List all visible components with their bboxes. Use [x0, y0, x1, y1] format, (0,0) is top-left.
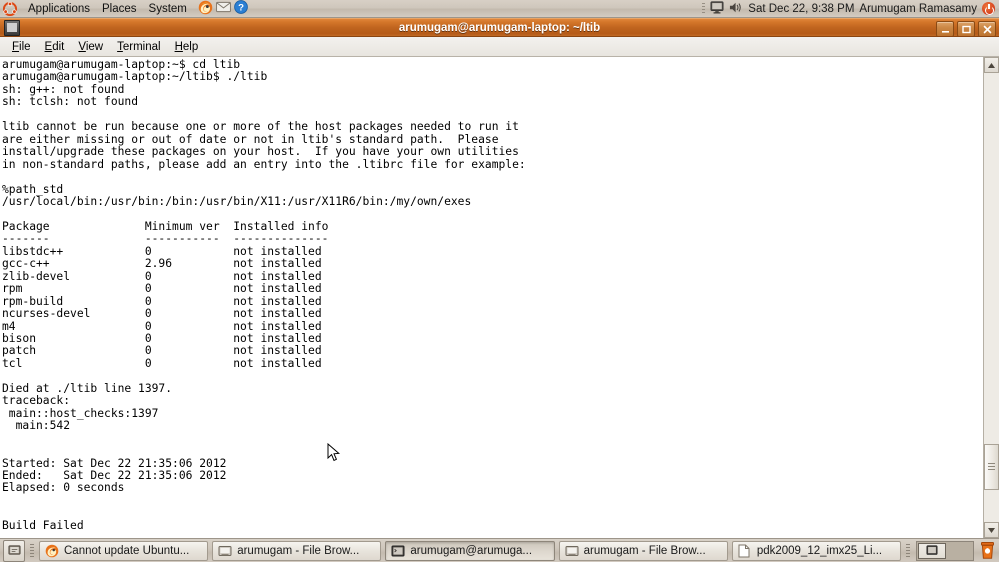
task-button-file-browser-1[interactable]: arumugam - File Brow...: [212, 540, 382, 561]
firefox-icon[interactable]: [198, 0, 213, 18]
top-panel: Applications Places System ? Sat Dec 22,…: [0, 0, 999, 18]
window-task-list: Cannot update Ubuntu... arumugam - File …: [39, 540, 901, 561]
panel-grip-icon[interactable]: [702, 3, 706, 14]
menu-edit[interactable]: Edit: [38, 39, 72, 55]
panel-grip-icon[interactable]: [30, 543, 34, 558]
trash-icon[interactable]: [978, 541, 996, 561]
menu-terminal-rest: erminal: [122, 40, 161, 53]
svg-text:?: ?: [238, 3, 244, 14]
clock[interactable]: Sat Dec 22, 9:38 PM: [748, 3, 854, 15]
menu-view-accel: V: [78, 40, 86, 53]
scroll-up-arrow-icon[interactable]: [984, 57, 999, 73]
menu-places[interactable]: Places: [96, 1, 143, 17]
menu-view-rest: iew: [85, 40, 104, 53]
bottom-panel: Cannot update Ubuntu... arumugam - File …: [0, 538, 999, 562]
menu-view[interactable]: View: [71, 39, 110, 55]
close-icon[interactable]: [978, 21, 996, 36]
display-icon[interactable]: [710, 0, 724, 17]
task-label: pdk2009_12_imx25_Li...: [756, 544, 883, 557]
document-icon: [738, 544, 752, 558]
menu-file[interactable]: File: [5, 39, 38, 55]
scroll-thumb-grip: [988, 462, 995, 472]
window-buttons: [936, 21, 996, 36]
terminal-icon: [391, 544, 405, 558]
task-label: Cannot update Ubuntu...: [64, 544, 190, 557]
task-button-document[interactable]: pdk2009_12_imx25_Li...: [731, 540, 901, 561]
menu-help[interactable]: Help: [168, 39, 206, 55]
panel-tray: Sat Dec 22, 9:38 PM Arumugam Ramasamy: [702, 0, 999, 17]
menu-applications[interactable]: Applications: [22, 1, 96, 17]
panel-grip-icon[interactable]: [906, 543, 910, 558]
minimize-icon[interactable]: [936, 21, 954, 36]
task-label: arumugam - File Brow...: [583, 544, 706, 557]
scrollbar-track[interactable]: [984, 73, 999, 522]
task-button-terminal[interactable]: arumugam@arumuga...: [385, 540, 555, 561]
volume-icon[interactable]: [729, 1, 743, 17]
menu-terminal[interactable]: Terminal: [110, 39, 167, 55]
show-desktop-icon[interactable]: [3, 539, 25, 562]
menu-file-rest: ile: [19, 40, 31, 53]
terminal-window: arumugam@arumugam-laptop: ~/ltib File Ed…: [0, 18, 999, 538]
task-button-firefox[interactable]: Cannot update Ubuntu...: [39, 540, 209, 561]
terminal-window-icon: [4, 19, 20, 36]
terminal-scrollbar[interactable]: [983, 57, 999, 538]
ubuntu-logo-icon[interactable]: [3, 1, 17, 16]
desktop-screen: Applications Places System ? Sat Dec 22,…: [0, 0, 999, 562]
menu-help-rest: elp: [182, 40, 199, 53]
task-label: arumugam - File Brow...: [237, 544, 360, 557]
terminal-output-pane[interactable]: arumugam@arumugam-laptop:~$ cd ltib arum…: [0, 57, 983, 538]
terminal-output-text: arumugam@arumugam-laptop:~$ cd ltib arum…: [2, 58, 526, 532]
workspace-2[interactable]: [946, 542, 972, 559]
scrollbar-thumb[interactable]: [984, 444, 999, 490]
menu-system[interactable]: System: [143, 1, 193, 17]
maximize-icon[interactable]: [957, 21, 975, 36]
terminal-area: arumugam@arumugam-laptop:~$ cd ltib arum…: [0, 57, 999, 538]
task-label: arumugam@arumuga...: [410, 544, 533, 557]
file-browser-icon: [218, 544, 232, 558]
file-browser-icon: [565, 544, 579, 558]
window-title: arumugam@arumugam-laptop: ~/ltib: [398, 21, 601, 34]
workspace-switcher[interactable]: [916, 540, 974, 561]
panel-menu-bar: Applications Places System: [18, 1, 193, 17]
scroll-down-arrow-icon[interactable]: [984, 522, 999, 538]
help-icon[interactable]: ?: [234, 0, 248, 17]
power-shutdown-icon[interactable]: [982, 2, 995, 15]
menu-help-accel: H: [174, 40, 183, 53]
task-button-file-browser-2[interactable]: arumugam - File Brow...: [558, 540, 728, 561]
panel-launchers: ?: [198, 0, 248, 18]
window-menubar: File Edit View Terminal Help: [0, 37, 999, 57]
evolution-mail-icon[interactable]: [216, 1, 231, 16]
menu-file-accel: F: [12, 40, 20, 53]
window-titlebar[interactable]: arumugam@arumugam-laptop: ~/ltib: [0, 18, 999, 37]
firefox-icon: [45, 544, 59, 558]
menu-edit-rest: dit: [52, 40, 65, 53]
workspace-1[interactable]: [918, 542, 946, 559]
user-name[interactable]: Arumugam Ramasamy: [859, 3, 977, 15]
bottom-panel-tray: [904, 540, 996, 561]
